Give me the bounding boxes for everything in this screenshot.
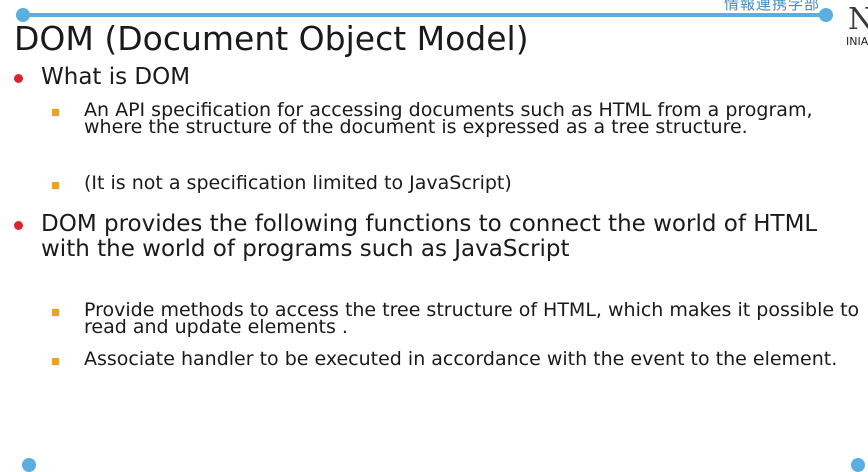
sub-bullet-square xyxy=(52,309,59,316)
bullet-dot xyxy=(14,74,23,83)
logo-letter: N xyxy=(848,2,868,37)
department-label: 情報連携学部 xyxy=(724,0,821,13)
corner-dot-bottom-left xyxy=(22,458,36,472)
bullet-text: What is DOM xyxy=(41,64,191,90)
sub-bullet-square xyxy=(52,182,59,189)
sub-bullet-not-limited-js: (It is not a specification limited to Ja… xyxy=(52,172,864,194)
sub-bullet-text: (It is not a specification limited to Ja… xyxy=(84,172,512,194)
sub-bullet-api-spec: An API specification for accessing docum… xyxy=(52,99,864,138)
bullet-item-dom-functions: DOM provides the following functions to … xyxy=(14,212,859,262)
top-rule xyxy=(22,13,828,17)
sub-bullet-text: Provide methods to access the tree struc… xyxy=(84,299,860,338)
corner-dot-bottom-right xyxy=(851,458,865,472)
logo-text: INIAD xyxy=(846,35,868,48)
bullet-text: DOM provides the following functions to … xyxy=(41,211,818,262)
sub-bullet-text: An API specification for accessing docum… xyxy=(84,99,813,138)
corner-dot-top-right xyxy=(819,8,833,22)
bullet-dot xyxy=(14,221,23,230)
sub-bullet-text: Associate handler to be executed in acco… xyxy=(84,348,838,370)
sub-bullet-square xyxy=(52,358,59,365)
bullet-item-what-is-dom: What is DOM xyxy=(14,65,859,90)
sub-bullet-access-methods: Provide methods to access the tree struc… xyxy=(52,299,864,338)
sub-bullet-square xyxy=(52,109,59,116)
slide-title: DOM (Document Object Model) xyxy=(14,19,529,58)
sub-bullet-event-handler: Associate handler to be executed in acco… xyxy=(52,348,864,370)
logo: N INIAD xyxy=(846,2,868,48)
